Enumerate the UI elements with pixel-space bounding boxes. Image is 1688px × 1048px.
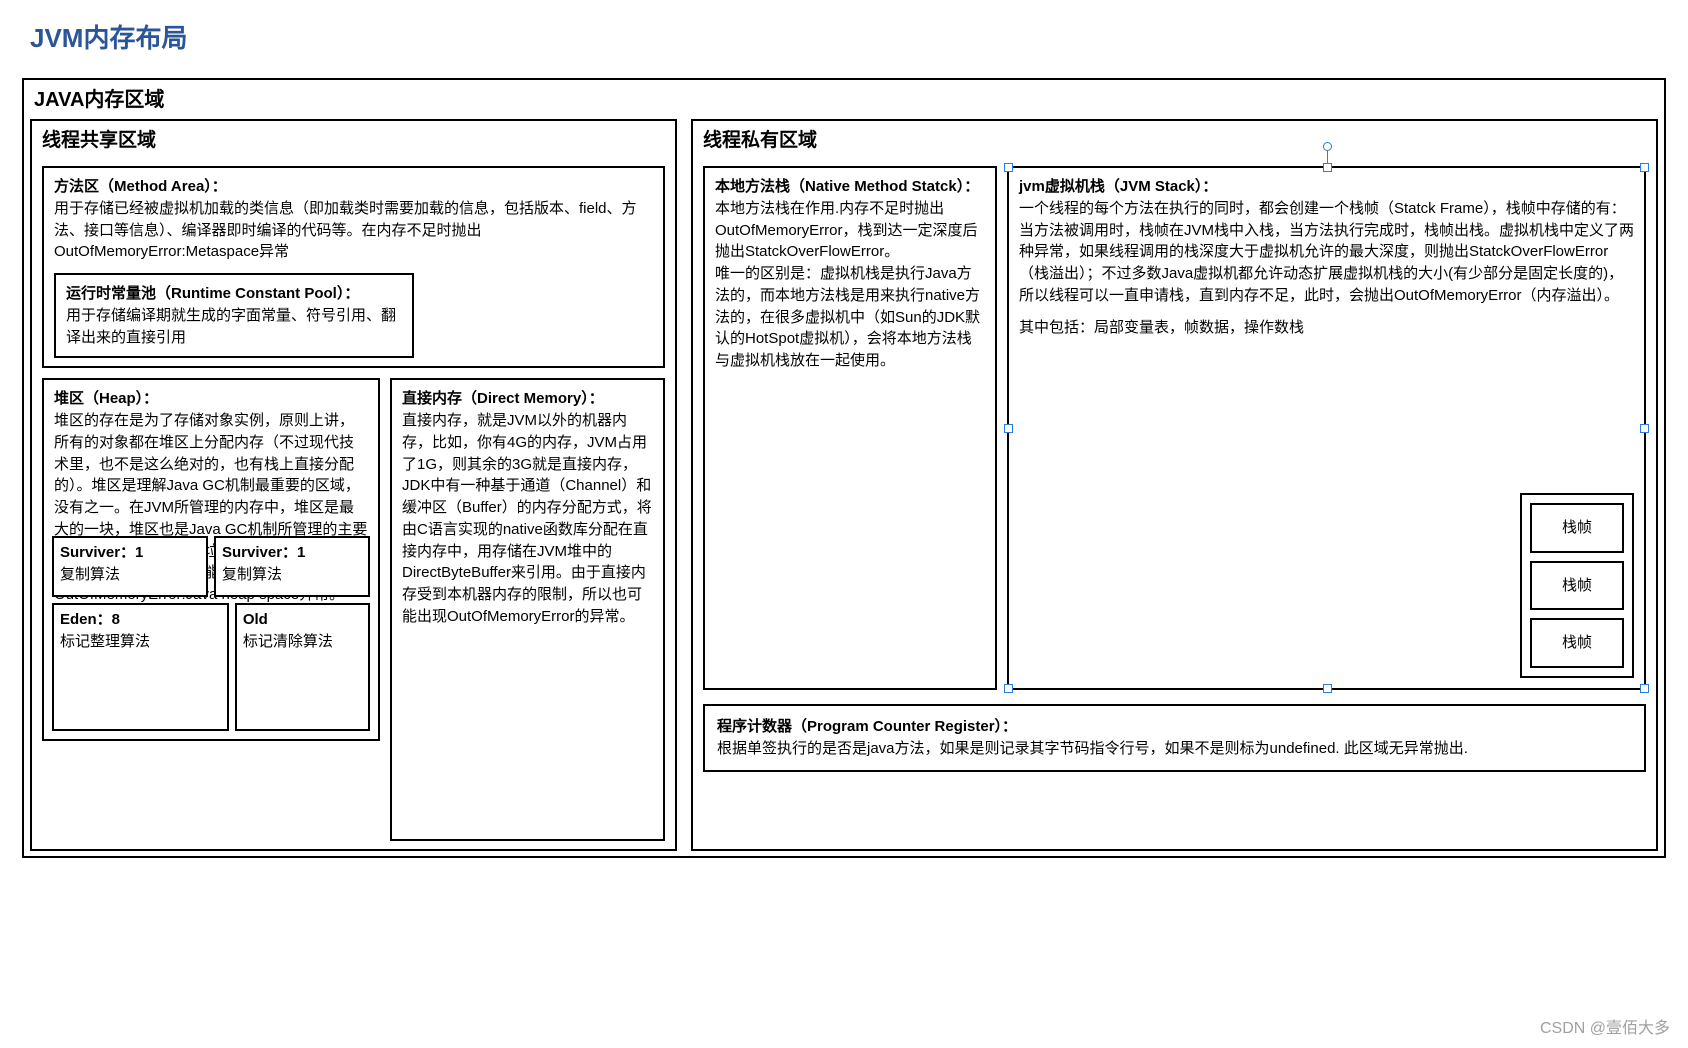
- heap-box: 堆区（Heap）： 堆区的存在是为了存储对象实例，原则上讲，所有的对象都在堆区上…: [42, 378, 380, 741]
- java-memory-outer: JAVA内存区域 线程共享区域 方法区（Method Area）： 用于存储已经…: [22, 78, 1666, 858]
- stack-frame-1: 栈帧: [1530, 503, 1624, 553]
- private-label: 线程私有区域: [693, 121, 1656, 159]
- pc-heading: 程序计数器（Program Counter Register）：: [717, 718, 1017, 735]
- jvm-extra: 其中包括：局部变量表，帧数据，操作数栈: [1019, 319, 1304, 336]
- jvm-stack-box[interactable]: jvm虚拟机栈（JVM Stack）： 一个线程的每个方法在执行的同时，都会创建…: [1007, 166, 1646, 690]
- selection-handle-br[interactable]: [1640, 684, 1649, 693]
- selection-rotate-line: [1327, 150, 1328, 164]
- selection-rotate-handle[interactable]: [1323, 142, 1332, 151]
- rcp-body: 用于存储编译期就生成的字面常量、符号引用、翻译出来的直接引用: [66, 307, 396, 346]
- heap-heading: 堆区（Heap）：: [54, 390, 158, 407]
- stack-frame-2: 栈帧: [1530, 561, 1624, 611]
- jvm-heading: jvm虚拟机栈（JVM Stack）：: [1019, 178, 1217, 195]
- shared-label: 线程共享区域: [32, 121, 675, 159]
- jvm-stack-frames: 栈帧 栈帧 栈帧: [1520, 493, 1634, 678]
- old-title: Old: [243, 611, 268, 628]
- selection-handle-mr[interactable]: [1640, 424, 1649, 433]
- jvm-body: 一个线程的每个方法在执行的同时，都会创建一个栈帧（Statck Frame），栈…: [1019, 200, 1634, 304]
- thread-private-region: 线程私有区域 本地方法栈（Native Method Statck）： 本地方法…: [691, 119, 1658, 851]
- survivor-2-box: Surviver：1 复制算法: [214, 536, 370, 597]
- thread-shared-region: 线程共享区域 方法区（Method Area）： 用于存储已经被虚拟机加载的类信…: [30, 119, 677, 851]
- program-counter-box: 程序计数器（Program Counter Register）： 根据单签执行的…: [703, 704, 1646, 772]
- eden-algo: 标记整理算法: [60, 633, 150, 650]
- direct-memory-box: 直接内存（Direct Memory）： 直接内存，就是JVM以外的机器内存，比…: [390, 378, 665, 840]
- selection-handle-tr[interactable]: [1640, 163, 1649, 172]
- survivor-1-algo: 复制算法: [60, 566, 120, 583]
- eden-title: Eden：8: [60, 611, 120, 628]
- old-algo: 标记清除算法: [243, 633, 333, 650]
- heap-subregions: Surviver：1 复制算法 Surviver：1 复制算法: [52, 536, 370, 731]
- native-heading: 本地方法栈（Native Method Statck）：: [715, 178, 979, 195]
- survivor-1-title: Surviver：1: [60, 544, 143, 561]
- selection-handle-tl[interactable]: [1004, 163, 1013, 172]
- pc-body: 根据单签执行的是否是java方法，如果是则记录其字节码指令行号，如果不是则标为u…: [717, 740, 1468, 757]
- selection-handle-bm[interactable]: [1323, 684, 1332, 693]
- method-area-box: 方法区（Method Area）： 用于存储已经被虚拟机加载的类信息（即加载类时…: [42, 166, 665, 368]
- old-box: Old 标记清除算法: [235, 603, 370, 731]
- eden-box: Eden：8 标记整理算法: [52, 603, 229, 731]
- selection-handle-tm[interactable]: [1323, 163, 1332, 172]
- watermark: CSDN @壹佰大多: [1540, 1017, 1670, 1040]
- survivor-1-box: Surviver：1 复制算法: [52, 536, 208, 597]
- method-area-heading: 方法区（Method Area）：: [54, 178, 227, 195]
- rcp-heading: 运行时常量池（Runtime Constant Pool）：: [66, 285, 359, 302]
- survivor-2-algo: 复制算法: [222, 566, 282, 583]
- survivor-2-title: Surviver：1: [222, 544, 305, 561]
- native-method-stack-box: 本地方法栈（Native Method Statck）： 本地方法栈在作用.内存…: [703, 166, 997, 690]
- page-title: JVM内存布局: [0, 0, 1688, 68]
- direct-heading: 直接内存（Direct Memory）：: [402, 390, 604, 407]
- direct-body: 直接内存，就是JVM以外的机器内存，比如，你有4G的内存，JVM占用了1G，则其…: [402, 412, 652, 625]
- native-body: 本地方法栈在作用.内存不足时抛出OutOfMemoryError，栈到达一定深度…: [715, 200, 980, 369]
- method-area-body: 用于存储已经被虚拟机加载的类信息（即加载类时需要加载的信息，包括版本、field…: [54, 200, 637, 261]
- runtime-constant-pool-box: 运行时常量池（Runtime Constant Pool）： 用于存储编译期就生…: [54, 273, 414, 358]
- stack-frame-3: 栈帧: [1530, 618, 1624, 668]
- selection-handle-bl[interactable]: [1004, 684, 1013, 693]
- outer-label: JAVA内存区域: [24, 80, 1664, 119]
- selection-handle-ml[interactable]: [1004, 424, 1013, 433]
